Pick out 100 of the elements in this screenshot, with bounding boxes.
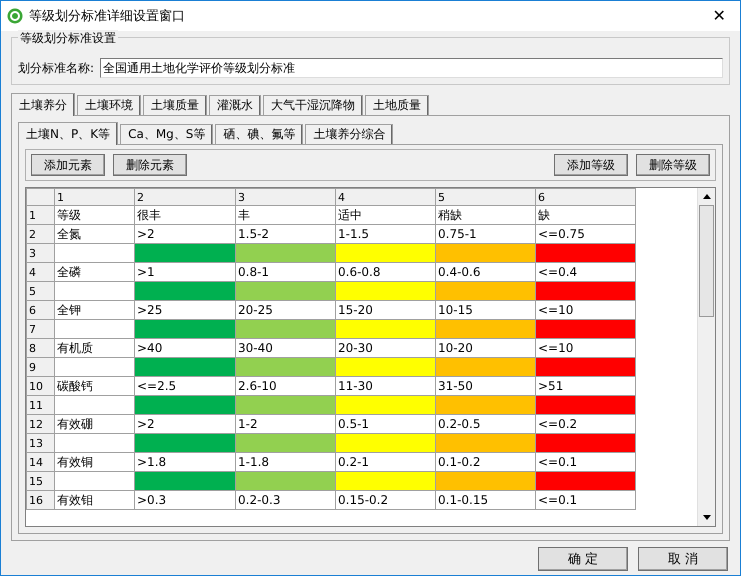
table-cell[interactable]: 等级: [54, 206, 134, 224]
toolbar-button[interactable]: 删除元素: [113, 154, 187, 176]
color-swatch[interactable]: [134, 396, 236, 414]
scroll-down-icon[interactable]: [702, 515, 710, 520]
tab[interactable]: 土壤环境: [77, 95, 141, 115]
row-header: 6: [26, 300, 54, 320]
table-cell[interactable]: 全氮: [54, 224, 134, 244]
row-header: 11: [26, 396, 54, 414]
row-header: 10: [26, 376, 54, 396]
table-cell[interactable]: [54, 434, 134, 452]
toolbar-button[interactable]: 添加元素: [31, 154, 105, 176]
color-swatch[interactable]: [336, 358, 436, 376]
scroll-thumb[interactable]: [699, 205, 714, 317]
color-swatch[interactable]: [134, 244, 236, 262]
color-swatch[interactable]: [536, 434, 636, 452]
dialog-button[interactable]: 确 定: [538, 547, 628, 571]
table-cell[interactable]: [54, 472, 134, 490]
table-cell[interactable]: 全钾: [54, 300, 134, 320]
table-cell[interactable]: 有效硼: [54, 414, 134, 434]
dialog-button[interactable]: 取 消: [638, 547, 728, 571]
color-swatch[interactable]: [236, 282, 336, 300]
color-swatch[interactable]: [236, 472, 336, 490]
tab[interactable]: 大气干湿沉降物: [263, 95, 363, 115]
table-cell[interactable]: 很丰: [134, 206, 236, 224]
table-cell[interactable]: 稍缺: [436, 206, 536, 224]
table-cell[interactable]: [54, 358, 134, 376]
color-swatch[interactable]: [436, 320, 536, 338]
column-header: 2: [134, 188, 236, 206]
app-icon: [7, 8, 23, 24]
color-swatch[interactable]: [134, 472, 236, 490]
toolbar-button[interactable]: 删除等级: [636, 154, 710, 176]
color-swatch[interactable]: [336, 472, 436, 490]
table-cell[interactable]: >0.3: [134, 490, 236, 510]
scrollbar[interactable]: [697, 188, 715, 526]
row-header: 7: [26, 320, 54, 338]
color-swatch[interactable]: [436, 282, 536, 300]
tab[interactable]: 土地质量: [365, 95, 429, 115]
sub-tab[interactable]: 土壤N、P、K等: [18, 122, 118, 145]
color-swatch[interactable]: [134, 358, 236, 376]
window-title: 等级划分标准详细设置窗口: [29, 8, 186, 25]
row-header: 16: [26, 490, 54, 510]
table-cell[interactable]: [54, 396, 134, 414]
color-swatch[interactable]: [536, 472, 636, 490]
table-cell[interactable]: 0.15-0.2: [336, 490, 436, 510]
color-swatch[interactable]: [336, 244, 436, 262]
color-swatch[interactable]: [436, 396, 536, 414]
color-swatch[interactable]: [336, 320, 436, 338]
row-header: 15: [26, 472, 54, 490]
color-swatch[interactable]: [236, 434, 336, 452]
table-cell[interactable]: 适中: [336, 206, 436, 224]
table-cell[interactable]: 有效钼: [54, 490, 134, 510]
color-swatch[interactable]: [536, 244, 636, 262]
scroll-up-icon[interactable]: [702, 194, 710, 199]
color-swatch[interactable]: [236, 320, 336, 338]
table-cell[interactable]: [54, 282, 134, 300]
color-swatch[interactable]: [436, 244, 536, 262]
column-header: 5: [436, 188, 536, 206]
color-swatch[interactable]: [134, 434, 236, 452]
table-cell[interactable]: <=0.1: [536, 490, 636, 510]
color-swatch[interactable]: [436, 358, 536, 376]
color-swatch[interactable]: [536, 282, 636, 300]
row-header: 14: [26, 452, 54, 472]
color-swatch[interactable]: [236, 396, 336, 414]
color-swatch[interactable]: [536, 396, 636, 414]
table-cell[interactable]: [54, 320, 134, 338]
color-swatch[interactable]: [336, 282, 436, 300]
table-cell[interactable]: 丰: [236, 206, 336, 224]
color-swatch[interactable]: [236, 244, 336, 262]
color-swatch[interactable]: [536, 320, 636, 338]
color-swatch[interactable]: [134, 320, 236, 338]
color-swatch[interactable]: [236, 358, 336, 376]
toolbar-button[interactable]: 添加等级: [554, 154, 628, 176]
sub-tab[interactable]: 土壤养分综合: [305, 124, 394, 144]
table-cell[interactable]: [54, 244, 134, 262]
tab[interactable]: 土壤养分: [11, 93, 75, 116]
color-swatch[interactable]: [536, 358, 636, 376]
standard-name-field[interactable]: 全国通用土地化学评价等级划分标准: [100, 58, 723, 78]
color-swatch[interactable]: [436, 434, 536, 452]
sub-tab[interactable]: 硒、碘、氟等: [215, 124, 304, 144]
table-cell[interactable]: 碳酸钙: [54, 376, 134, 396]
color-swatch[interactable]: [336, 434, 436, 452]
row-header: 5: [26, 282, 54, 300]
color-swatch[interactable]: [336, 396, 436, 414]
row-header: 2: [26, 224, 54, 244]
row-header: 1: [26, 206, 54, 224]
corner-cell: [26, 188, 54, 206]
table-cell[interactable]: 有机质: [54, 338, 134, 358]
color-swatch[interactable]: [436, 472, 536, 490]
close-button[interactable]: ✕: [704, 3, 734, 29]
table-cell[interactable]: 0.2-0.3: [236, 490, 336, 510]
table-cell[interactable]: 0.1-0.15: [436, 490, 536, 510]
sub-tab[interactable]: Ca、Mg、S等: [120, 124, 214, 144]
column-header: 4: [336, 188, 436, 206]
tab[interactable]: 灌溉水: [209, 95, 261, 115]
table-cell[interactable]: 有效铜: [54, 452, 134, 472]
color-swatch[interactable]: [134, 282, 236, 300]
table-cell[interactable]: 全磷: [54, 262, 134, 282]
column-header: 3: [236, 188, 336, 206]
table-cell[interactable]: 缺: [536, 206, 636, 224]
tab[interactable]: 土壤质量: [143, 95, 207, 115]
